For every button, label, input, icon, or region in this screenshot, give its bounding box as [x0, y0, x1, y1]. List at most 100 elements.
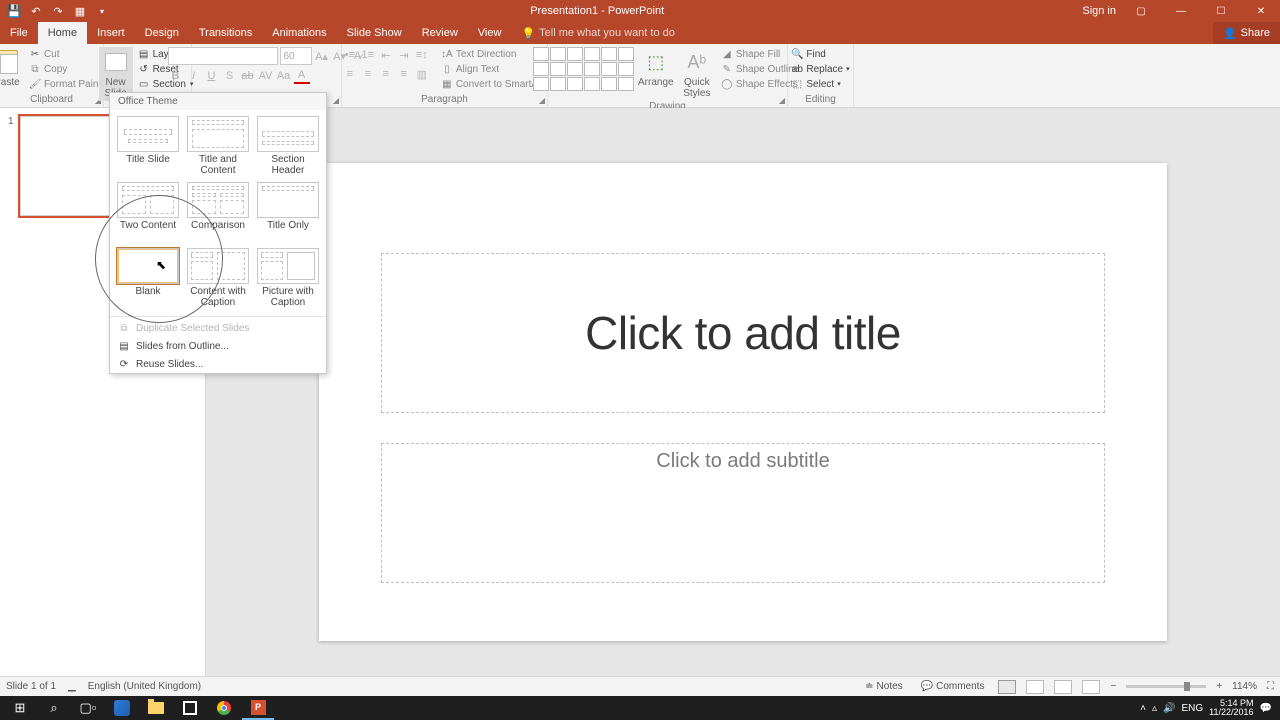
increase-font-icon[interactable]: A▴ [314, 48, 330, 64]
zoom-slider[interactable] [1126, 685, 1206, 688]
columns-button[interactable]: ▥ [414, 66, 430, 82]
layout-title-and-content[interactable]: Title and Content [184, 114, 252, 178]
powerpoint-icon: P [251, 700, 266, 715]
tab-slideshow[interactable]: Slide Show [337, 22, 412, 44]
slide-editor[interactable]: Click to add title Click to add subtitle [206, 108, 1280, 696]
numbering-button[interactable]: 1≡ [360, 47, 376, 63]
tab-file[interactable]: File [0, 22, 38, 44]
justify-button[interactable]: ≡ [396, 66, 412, 82]
line-spacing-button[interactable]: ≡↕ [414, 47, 430, 63]
replace-button[interactable]: abReplace▾ [788, 62, 852, 76]
tab-design[interactable]: Design [135, 22, 189, 44]
layout-title-slide[interactable]: Title Slide [114, 114, 182, 178]
tab-review[interactable]: Review [412, 22, 468, 44]
file-explorer-button[interactable] [140, 696, 172, 720]
save-icon[interactable]: 💾 [6, 3, 22, 19]
sorter-view-button[interactable] [1026, 680, 1044, 694]
bold-button[interactable]: B [168, 68, 184, 84]
change-case-button[interactable]: Aa [276, 68, 292, 84]
sign-in-link[interactable]: Sign in [1082, 5, 1116, 17]
shadow-button[interactable]: S [222, 68, 238, 84]
layout-content-with-caption[interactable]: Content with Caption [184, 246, 252, 310]
tab-insert[interactable]: Insert [87, 22, 135, 44]
drawing-launcher-icon[interactable]: ◢ [779, 96, 785, 105]
replace-icon: ab [791, 63, 803, 75]
start-button[interactable]: ⊞ [4, 696, 36, 720]
duplicate-selected-slides: ⧉Duplicate Selected Slides [110, 319, 326, 337]
select-button[interactable]: ⬚Select▾ [788, 77, 852, 91]
tell-me-search[interactable]: 💡 Tell me what you want to do [521, 27, 674, 40]
tab-transitions[interactable]: Transitions [189, 22, 262, 44]
align-left-button[interactable]: ≡ [342, 66, 358, 82]
zoom-out-button[interactable]: − [1110, 681, 1116, 692]
tray-network-icon[interactable]: ▵ [1152, 703, 1157, 714]
start-from-beginning-icon[interactable]: ▦ [72, 3, 88, 19]
layout-section-header[interactable]: Section Header [254, 114, 322, 178]
find-button[interactable]: 🔍Find [788, 47, 852, 61]
italic-button[interactable]: I [186, 68, 202, 84]
tray-volume-icon[interactable]: 🔊 [1163, 703, 1175, 714]
action-center-icon[interactable]: 💬 [1260, 703, 1272, 714]
system-clock[interactable]: 5:14 PM 11/22/2016 [1209, 699, 1253, 717]
reuse-slides[interactable]: ⟳Reuse Slides... [110, 355, 326, 373]
minimize-button[interactable]: — [1166, 0, 1196, 22]
store-button[interactable] [174, 696, 206, 720]
tray-chevron-icon[interactable]: ˄ [1140, 703, 1146, 714]
powerpoint-taskbar-button[interactable]: P [242, 696, 274, 720]
outline-icon: ▤ [118, 340, 130, 352]
bullets-button[interactable]: •≡ [342, 47, 358, 63]
align-center-button[interactable]: ≡ [360, 66, 376, 82]
fit-to-window-button[interactable]: ⛶ [1267, 681, 1274, 692]
font-family-input[interactable] [168, 47, 278, 65]
tray-language[interactable]: ENG [1181, 703, 1203, 714]
tab-animations[interactable]: Animations [262, 22, 336, 44]
normal-view-button[interactable] [998, 680, 1016, 694]
title-placeholder[interactable]: Click to add title [381, 253, 1105, 413]
arrange-button[interactable]: ⬚ Arrange [636, 47, 676, 90]
reading-view-button[interactable] [1054, 680, 1072, 694]
underline-button[interactable]: U [204, 68, 220, 84]
zoom-in-button[interactable]: + [1216, 681, 1222, 692]
strikethrough-button[interactable]: ab [240, 68, 256, 84]
chrome-button[interactable] [208, 696, 240, 720]
store-icon [183, 701, 197, 715]
customize-qat-icon[interactable]: ▾ [94, 3, 110, 19]
increase-indent-button[interactable]: ⇥ [396, 47, 412, 63]
layout-two-content[interactable]: Two Content [114, 180, 182, 244]
comments-button[interactable]: 💬Comments [917, 681, 989, 692]
layout-comparison[interactable]: Comparison [184, 180, 252, 244]
ribbon-display-icon[interactable]: ▢ [1126, 0, 1156, 22]
subtitle-placeholder[interactable]: Click to add subtitle [381, 443, 1105, 583]
font-launcher-icon[interactable]: ◢ [333, 96, 339, 105]
align-right-button[interactable]: ≡ [378, 66, 394, 82]
collapse-ribbon-icon[interactable]: ˆ [1271, 33, 1274, 105]
font-color-button[interactable]: A [294, 68, 310, 84]
notes-button[interactable]: ≐Notes [861, 681, 907, 692]
tab-home[interactable]: Home [38, 22, 87, 44]
quick-styles-button[interactable]: Aᵇ Quick Styles [678, 47, 716, 101]
shapes-gallery[interactable] [533, 47, 634, 91]
slideshow-view-button[interactable] [1082, 680, 1100, 694]
edge-button[interactable] [106, 696, 138, 720]
char-spacing-button[interactable]: AV [258, 68, 274, 84]
slide-counter[interactable]: Slide 1 of 1 [6, 681, 56, 692]
paste-button[interactable]: Paste [0, 47, 24, 90]
folder-icon [148, 702, 164, 714]
search-button[interactable]: ⌕ [38, 696, 70, 720]
undo-icon[interactable]: ↶ [28, 3, 44, 19]
task-view-button[interactable]: ▢▫ [72, 696, 104, 720]
maximize-button[interactable]: ☐ [1206, 0, 1236, 22]
tab-view[interactable]: View [468, 22, 512, 44]
layout-picture-with-caption[interactable]: Picture with Caption [254, 246, 322, 310]
language-status[interactable]: English (United Kingdom) [88, 681, 201, 692]
zoom-percent[interactable]: 114% [1232, 681, 1257, 692]
layout-blank[interactable]: Blank [114, 246, 182, 310]
spellcheck-icon[interactable]: ▁ [68, 681, 76, 692]
close-button[interactable]: ✕ [1246, 0, 1276, 22]
layout-title-only[interactable]: Title Only [254, 180, 322, 244]
font-size-input[interactable] [280, 47, 312, 65]
slide-canvas[interactable]: Click to add title Click to add subtitle [319, 163, 1167, 641]
slides-from-outline[interactable]: ▤Slides from Outline... [110, 337, 326, 355]
redo-icon[interactable]: ↷ [50, 3, 66, 19]
decrease-indent-button[interactable]: ⇤ [378, 47, 394, 63]
